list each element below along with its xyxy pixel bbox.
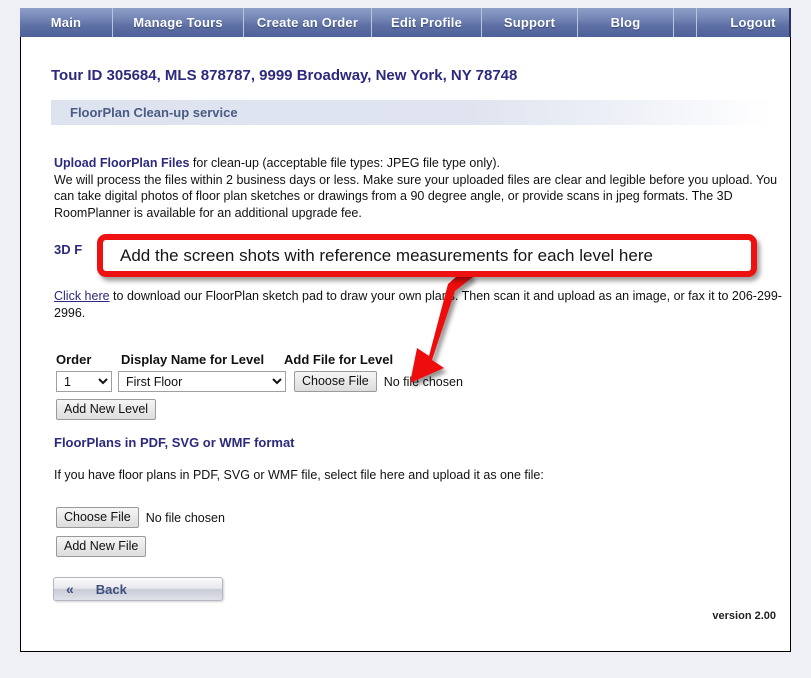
- nav-item-edit-profile[interactable]: Edit Profile: [372, 8, 482, 37]
- nav-item-create-an-order[interactable]: Create an Order: [244, 8, 372, 37]
- upload-instructions-body: We will process the files within 2 busin…: [54, 172, 778, 220]
- version-label: version 2.00: [712, 610, 776, 622]
- display-name-select[interactable]: First FloorSecond FloorThird FloorBaseme…: [118, 371, 286, 392]
- upload-instructions-lead: Upload FloorPlan Files: [54, 156, 190, 170]
- upload-instructions-lead-rest: for clean-up (acceptable file types: JPE…: [189, 156, 501, 170]
- level-no-file-chosen-text: No file chosen: [383, 374, 463, 389]
- section-header-label: FloorPlan Clean-up service: [70, 105, 238, 120]
- level-choose-file-button[interactable]: Choose File: [294, 371, 377, 392]
- three-d-roomplanner-label: 3D F: [54, 242, 83, 257]
- column-header-order: Order: [56, 352, 92, 367]
- double-chevron-left-icon: «: [66, 581, 74, 597]
- main-navigation-bar: Main Manage Tours Create an Order Edit Prof…: [20, 8, 791, 37]
- upload-instructions: Upload FloorPlan Files for clean-up (acc…: [54, 155, 784, 221]
- sketchpad-download-note: Click here to download our FloorPlan ske…: [54, 288, 784, 321]
- sketchpad-download-note-rest: to download our FloorPlan sketch pad to …: [54, 289, 782, 320]
- back-button-label: Back: [95, 581, 127, 597]
- pdf-no-file-chosen-text: No file chosen: [145, 510, 225, 525]
- level-upload-form: Order Display Name for Level Add File fo…: [56, 352, 484, 420]
- nav-item-logout[interactable]: Logout: [697, 8, 809, 37]
- pdf-file-chooser-row: Choose File No file chosen: [56, 507, 225, 528]
- nav-item-manage-tours[interactable]: Manage Tours: [113, 8, 244, 37]
- page-content-area: Tour ID 305684, MLS 878787, 9999 Broadwa…: [20, 37, 791, 652]
- section-header-bar: FloorPlan Clean-up service: [51, 100, 771, 125]
- pdf-section-heading: FloorPlans in PDF, SVG or WMF format: [54, 435, 295, 450]
- level-form-column-headers: Order Display Name for Level Add File fo…: [56, 352, 484, 367]
- nav-item-blog[interactable]: Blog: [578, 8, 674, 37]
- level-form-controls-row: 12345 First FloorSecond FloorThird Floor…: [56, 371, 484, 392]
- back-button[interactable]: « Back: [53, 577, 223, 601]
- pdf-choose-file-button[interactable]: Choose File: [56, 507, 139, 528]
- nav-item-main[interactable]: Main: [20, 8, 113, 37]
- order-select[interactable]: 12345: [56, 371, 112, 392]
- pdf-section-note: If you have floor plans in PDF, SVG or W…: [54, 468, 544, 482]
- page-title: Tour ID 305684, MLS 878787, 9999 Broadwa…: [51, 67, 518, 84]
- click-here-link[interactable]: Click here: [54, 289, 110, 303]
- nav-item-support[interactable]: Support: [482, 8, 578, 37]
- column-header-add-file: Add File for Level: [284, 352, 394, 367]
- add-new-file-button[interactable]: Add New File: [56, 536, 147, 557]
- column-header-display-name: Display Name for Level: [121, 352, 265, 367]
- nav-item-spacer: [674, 8, 697, 37]
- add-new-level-button[interactable]: Add New Level: [56, 399, 157, 420]
